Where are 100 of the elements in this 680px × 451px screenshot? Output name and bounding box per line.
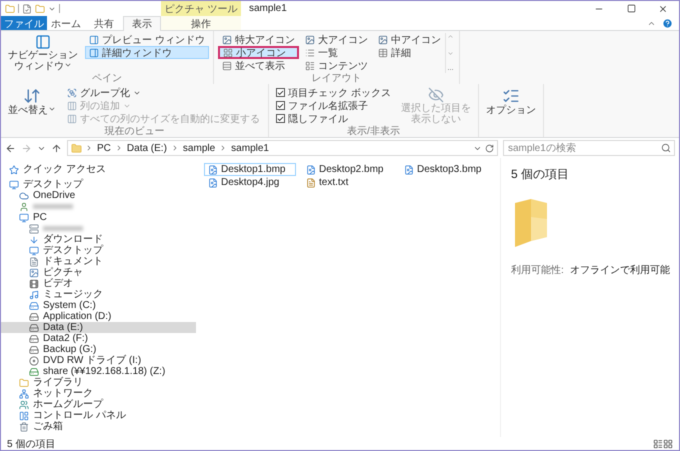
ribbon-button[interactable]: プレビュー ウィンドウ: [85, 33, 209, 46]
ribbon-tab[interactable]: 操作: [161, 16, 241, 30]
breadcrumb[interactable]: sample: [182, 142, 216, 154]
music-icon: [29, 290, 39, 300]
search-field[interactable]: sample1の検索: [503, 140, 675, 156]
breadcrumb[interactable]: PC: [96, 142, 112, 154]
scroll-down-icon: [446, 50, 454, 56]
panel-icon: [89, 34, 99, 44]
columns-icon: [67, 114, 77, 124]
nav-item[interactable]: Backup (G:): [1, 344, 196, 355]
drive-icon: [29, 312, 39, 322]
ribbon-tab[interactable]: ファイル: [1, 16, 47, 30]
nav-item[interactable]: OneDrive: [1, 190, 196, 201]
ribbon-group-label: 表示/非表示: [346, 126, 401, 137]
layout-option[interactable]: 一覧: [300, 46, 372, 59]
help-icon[interactable]: [662, 18, 673, 28]
image-icon: [378, 34, 388, 44]
star-icon: [9, 164, 19, 174]
nav-item[interactable]: ミュージック: [1, 289, 196, 300]
user-icon: [19, 202, 29, 212]
nav-item[interactable]: System (C:): [1, 300, 196, 311]
nav-item[interactable]: ごみ箱: [1, 421, 196, 432]
nav-item[interactable]: ホームグループ: [1, 399, 196, 410]
ribbon-tab[interactable]: 共有: [85, 16, 123, 30]
checkbox[interactable]: [276, 114, 285, 123]
layout-option[interactable]: 特大アイコン: [218, 33, 299, 46]
nav-item[interactable]: ビデオ: [1, 278, 196, 289]
file-item[interactable]: Desktop1.bmp: [204, 163, 296, 176]
checkbox-option[interactable]: 隠しファイル: [273, 112, 394, 125]
table-icon: [378, 48, 388, 58]
nav-item[interactable]: ダウンロード: [1, 234, 196, 245]
ribbon-group-label: ペイン: [90, 73, 123, 84]
breadcrumb[interactable]: Data (E:): [126, 142, 168, 154]
search-icon: [661, 143, 671, 153]
nav-item[interactable]: ネットワーク: [1, 388, 196, 399]
drive-icon: [29, 344, 39, 354]
cloud-icon: [19, 190, 29, 200]
group-icon: [67, 88, 77, 98]
details-view-button[interactable]: [653, 438, 663, 448]
computer-icon: [29, 224, 39, 234]
folder-icon: [5, 4, 15, 14]
nav-item[interactable]: Data2 (F:): [1, 333, 196, 344]
layout-option[interactable]: 詳細: [374, 46, 445, 59]
ribbon-tab[interactable]: 表示: [123, 16, 161, 31]
image-icon: [222, 34, 232, 44]
homegroup-icon: [19, 400, 29, 410]
layout-option[interactable]: 小アイコン: [218, 46, 299, 59]
ribbon-button[interactable]: グループ化: [63, 86, 264, 99]
library-icon: [19, 378, 29, 388]
nav-item[interactable]: Data (E:): [1, 322, 196, 333]
file-item[interactable]: text.txt: [302, 176, 394, 189]
ribbon-button[interactable]: 詳細ウィンドウ: [85, 46, 209, 59]
icons-view-button[interactable]: [663, 438, 673, 448]
network-drive-icon: [29, 366, 39, 376]
nav-item[interactable]: share (¥¥192.168.1.18) (Z:): [1, 366, 196, 377]
nav-item[interactable]: PC: [1, 212, 196, 223]
drive-icon: [29, 322, 39, 332]
grid-icon: [222, 48, 233, 58]
context-tab-header: ピクチャ ツール: [161, 1, 241, 16]
checkbox[interactable]: [276, 88, 285, 97]
layout-option[interactable]: コンテンツ: [300, 59, 372, 72]
panel-icon: [34, 34, 52, 50]
window-title: sample1: [248, 2, 288, 16]
up-button[interactable]: [51, 142, 62, 154]
checkbox[interactable]: [276, 101, 285, 110]
image-file-icon: [208, 178, 218, 188]
ribbon-tab[interactable]: ホーム: [47, 16, 85, 30]
ribbon-button[interactable]: 並べ替え: [5, 86, 59, 126]
checkbox-option[interactable]: ファイル名拡張子: [273, 99, 394, 112]
drive-icon: [29, 334, 39, 344]
nav-item[interactable]: DVD RW ドライブ (I:): [1, 355, 196, 366]
new-folder-icon: [35, 4, 45, 14]
layout-option[interactable]: 大アイコン: [300, 33, 372, 46]
layout-option[interactable]: 並べて表示: [218, 59, 299, 72]
text-file-icon: [306, 178, 316, 188]
nav-item[interactable]: クイック アクセス: [1, 164, 196, 175]
file-item[interactable]: Desktop4.jpg: [204, 176, 296, 189]
checkbox-option[interactable]: 項目チェック ボックス: [273, 86, 394, 99]
ribbon-button[interactable]: ナビゲーションウィンドウ: [5, 33, 81, 73]
file-item[interactable]: Desktop2.bmp: [302, 163, 394, 176]
nav-item[interactable]: ピクチャ: [1, 267, 196, 278]
maximize-icon: [626, 4, 636, 13]
nav-item[interactable]: ライブラリ: [1, 377, 196, 388]
image-file-icon: [306, 164, 316, 174]
network-icon: [19, 388, 29, 398]
ribbon-button[interactable]: オプション: [482, 86, 539, 126]
breadcrumb[interactable]: sample1: [230, 142, 270, 154]
layout-option[interactable]: 中アイコン: [374, 33, 445, 46]
property-value: オフラインで利用可能: [570, 264, 670, 277]
nav-item[interactable]: ドキュメント: [1, 256, 196, 267]
sort-icon: [23, 87, 41, 105]
file-item[interactable]: Desktop3.bmp: [400, 163, 492, 176]
nav-item[interactable]: デスクトップ: [1, 245, 196, 256]
refresh-icon: [485, 144, 494, 152]
address-bar[interactable]: PC Data (E:) sample sample1: [67, 140, 498, 156]
nav-item[interactable]: Application (D:): [1, 311, 196, 322]
nav-item[interactable]: デスクトップ: [1, 179, 196, 190]
back-button[interactable]: [5, 142, 16, 154]
nav-item[interactable]: コントロール パネル: [1, 410, 196, 421]
recycle-bin-icon: [19, 422, 29, 432]
